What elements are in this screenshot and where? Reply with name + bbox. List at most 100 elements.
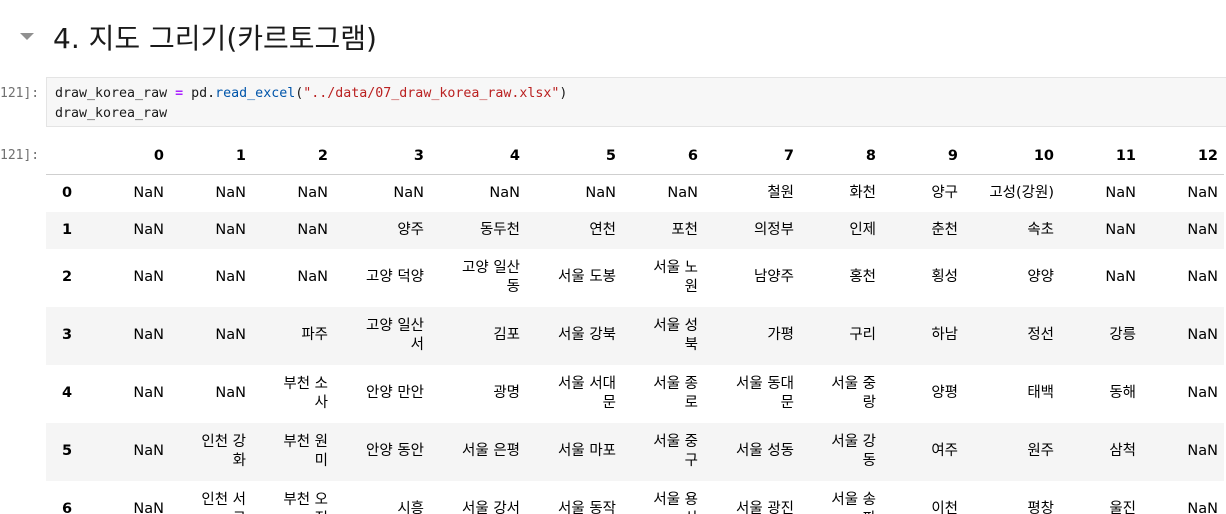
- table-cell: NaN: [297, 221, 328, 238]
- table-cell: 서울 동대 문: [736, 375, 794, 411]
- table-cell: NaN: [215, 385, 246, 401]
- table-cell: NaN: [667, 184, 698, 201]
- input-prompt: 121]:: [0, 86, 40, 101]
- table-cell: NaN: [1187, 385, 1218, 401]
- table-cell: NaN: [215, 327, 246, 343]
- table-cell: NaN: [489, 184, 520, 201]
- table-cell: 화천: [849, 184, 876, 201]
- output-prompt: 121]:: [0, 148, 40, 163]
- table-cell: NaN: [1105, 269, 1136, 285]
- table-cell: NaN: [297, 269, 328, 285]
- code-cell[interactable]: draw_korea_raw = pd.read_excel("../data/…: [46, 77, 1226, 127]
- table-cell: 남양주: [753, 269, 794, 285]
- table-cell: NaN: [133, 221, 164, 238]
- table-row: 1 NaN NaN NaN 양주 동두천 연천 포천 의정부 인제 춘천 속초 NaN NaN: [46, 211, 1224, 249]
- table-cell: 이천: [931, 501, 958, 514]
- table-cell: 고성(강원): [989, 184, 1054, 201]
- table-cell: 서울 노 원: [653, 259, 698, 295]
- table-cell: 원주: [1027, 443, 1054, 459]
- row-index: 4: [61, 385, 73, 401]
- output-area: 0 1 2 3 4 5 6 7 8 9 10 11 12 0 NaN NaN NaN N…: [46, 138, 1226, 514]
- table-cell: 양양: [1027, 269, 1054, 285]
- table-cell: 구리: [849, 327, 876, 343]
- table-cell: 서울 마포: [558, 443, 616, 459]
- table-cell: 서울 종 로: [653, 375, 698, 411]
- table-cell: 김포: [493, 327, 520, 343]
- table-cell: 파주: [301, 327, 328, 343]
- table-cell: 횡성: [931, 269, 958, 285]
- table-cell: NaN: [585, 184, 616, 201]
- table-cell: NaN: [133, 184, 164, 201]
- column-header: 8: [800, 138, 882, 175]
- code-paren-close: ): [559, 86, 568, 101]
- column-header: 7: [704, 138, 800, 175]
- table-cell: 서울 강북: [558, 327, 616, 343]
- table-cell: 삼척: [1109, 443, 1136, 459]
- table-cell: NaN: [297, 184, 328, 201]
- column-header: 4: [430, 138, 526, 175]
- table-cell: 태백: [1027, 385, 1054, 401]
- table-cell: 고양 일산 서: [366, 317, 424, 353]
- column-header: 11: [1060, 138, 1142, 175]
- code-string: "../data/07_draw_korea_raw.xlsx": [303, 86, 560, 101]
- code-variable: draw_korea_raw: [55, 86, 168, 101]
- table-cell: 동두천: [479, 221, 520, 238]
- table-cell: NaN: [1187, 501, 1218, 514]
- table-cell: 서울 용 산: [653, 491, 698, 514]
- table-cell: NaN: [1105, 221, 1136, 238]
- column-header: 10: [964, 138, 1060, 175]
- row-index: 3: [61, 327, 73, 343]
- table-cell: 철원: [767, 184, 794, 201]
- table-cell: 서울 은평: [462, 443, 520, 459]
- table-cell: 서울 광진: [736, 501, 794, 514]
- table-cell: NaN: [1187, 269, 1218, 285]
- column-header: 6: [622, 138, 704, 175]
- table-cell: 인천 강 화: [201, 433, 246, 469]
- table-header: 0 1 2 3 4 5 6 7 8 9 10 11 12: [46, 138, 1224, 175]
- collapse-caret-icon[interactable]: [20, 33, 34, 40]
- header-row: 0 1 2 3 4 5 6 7 8 9 10 11 12: [46, 138, 1224, 175]
- table-cell: NaN: [1187, 184, 1218, 201]
- table-cell: 양평: [931, 385, 958, 401]
- table-cell: 춘천: [931, 221, 958, 238]
- table-cell: NaN: [133, 443, 164, 459]
- table-cell: NaN: [1187, 221, 1218, 238]
- table-cell: 가평: [767, 327, 794, 343]
- table-cell: 서울 송 파: [831, 491, 876, 514]
- table-cell: 서울 도봉: [558, 269, 616, 285]
- column-header: 1: [170, 138, 252, 175]
- table-cell: 서울 강 동: [831, 433, 876, 469]
- table-cell: 서울 성동: [736, 443, 794, 459]
- column-header: 9: [882, 138, 964, 175]
- table-cell: 동해: [1109, 385, 1136, 401]
- table-cell: 안양 만안: [366, 385, 424, 401]
- row-index: 1: [61, 221, 73, 238]
- table-cell: 인천 서 구: [201, 491, 246, 514]
- code-function: read_excel: [215, 86, 296, 101]
- dataframe-table: 0 1 2 3 4 5 6 7 8 9 10 11 12 0 NaN NaN NaN N…: [46, 138, 1224, 514]
- table-cell: 고양 덕양: [366, 269, 424, 285]
- table-cell: 광명: [493, 385, 520, 401]
- table-cell: 고양 일산 동: [462, 259, 520, 295]
- table-cell: NaN: [1187, 443, 1218, 459]
- table-cell: 서울 성 북: [653, 317, 698, 353]
- table-cell: 정선: [1027, 327, 1054, 343]
- column-header: 0: [88, 138, 170, 175]
- table-row: 4 NaN NaN 부천 소 사 안양 만안 광명 서울 서대 문 서울 종 로 서울 동대 문…: [46, 365, 1224, 423]
- heading-row: 4. 지도 그리기(카르토그램): [0, 0, 1226, 78]
- row-index: 2: [61, 269, 73, 285]
- table-cell: 여주: [931, 443, 958, 459]
- column-header: 3: [334, 138, 430, 175]
- index-header: [46, 138, 88, 175]
- table-cell: 평창: [1027, 501, 1054, 514]
- table-cell: 양주: [397, 221, 424, 238]
- table-cell: 의정부: [753, 221, 794, 238]
- table-cell: NaN: [215, 221, 246, 238]
- table-cell: 연천: [589, 221, 616, 238]
- table-row: 0 NaN NaN NaN NaN NaN NaN NaN 철원 화천 양구 고성(강원) NaN NaN: [46, 175, 1224, 212]
- code-operator: =: [175, 86, 184, 101]
- table-cell: NaN: [1187, 327, 1218, 343]
- table-cell: NaN: [1105, 184, 1136, 201]
- table-cell: 부천 오 정: [283, 491, 328, 514]
- table-cell: 포천: [671, 221, 698, 238]
